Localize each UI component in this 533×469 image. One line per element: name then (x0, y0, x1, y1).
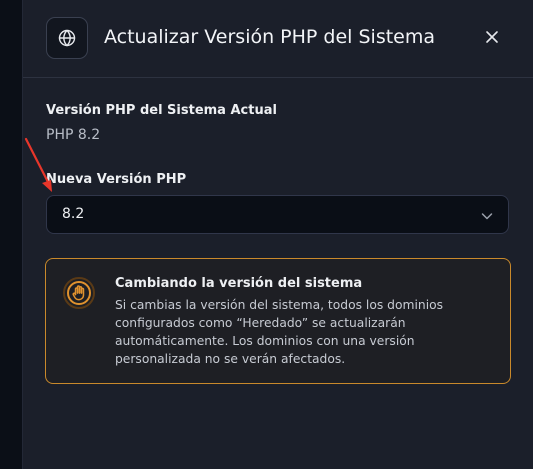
new-version-select[interactable]: 8.2 (46, 195, 509, 234)
current-version-value: PHP 8.2 (46, 127, 101, 143)
alert-title: Cambiando la versión del sistema (115, 276, 363, 291)
globe-icon (46, 17, 88, 59)
current-version-label: Versión PHP del Sistema Actual (46, 103, 277, 118)
new-version-label: Nueva Versión PHP (46, 172, 187, 187)
modal-title: Actualizar Versión PHP del Sistema (104, 26, 436, 48)
hand-icon (63, 277, 95, 309)
system-version-warning: Cambiando la versión del sistema Si camb… (45, 258, 511, 384)
close-button[interactable] (482, 27, 502, 47)
alert-body: Si cambias la versión del sistema, todos… (115, 298, 444, 366)
modal-header: Actualizar Versión PHP del Sistema (23, 0, 533, 78)
chevron-down-icon (481, 213, 493, 220)
update-php-version-modal: Actualizar Versión PHP del Sistema Versi… (22, 0, 533, 469)
close-icon (486, 31, 498, 43)
page-backdrop (0, 0, 22, 469)
new-version-selected-value: 8.2 (62, 206, 85, 222)
